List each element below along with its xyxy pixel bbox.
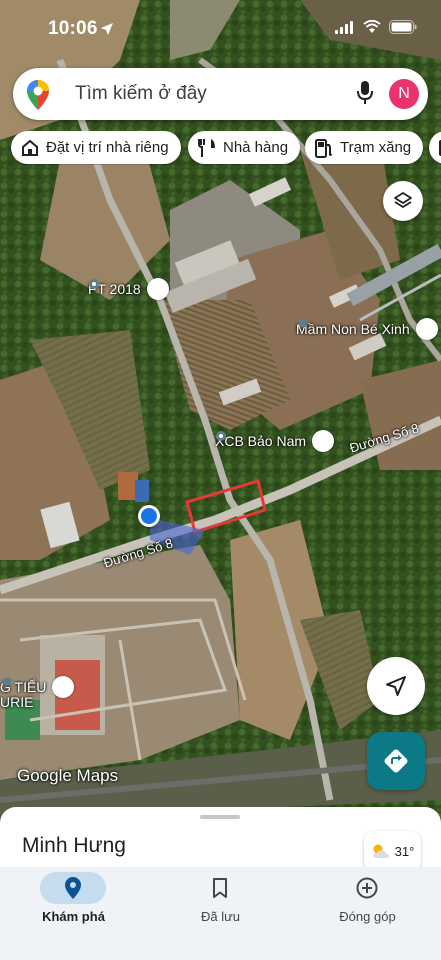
location-pin-icon (216, 430, 335, 452)
nav-label: Đóng góp (339, 909, 396, 924)
google-maps-pin-icon (27, 80, 49, 110)
gas-station-icon (315, 138, 333, 158)
poi-school-left-line2: URIE (0, 694, 33, 710)
nav-contribute-pill (334, 872, 400, 904)
nav-explore-pill (40, 872, 106, 904)
chip-more[interactable] (429, 131, 441, 164)
chip-label: Nhà hàng (223, 139, 289, 156)
nav-label: Khám phá (42, 909, 105, 924)
chip-label: Đặt vị trí nhà riêng (46, 139, 169, 156)
poi-label: URIE (0, 694, 34, 710)
poi-label: Mầm Non Bé Xinh (296, 321, 410, 337)
temperature: 31° (394, 843, 415, 859)
wifi-icon (363, 20, 381, 33)
account-avatar[interactable]: N (389, 79, 419, 109)
sheet-grabber[interactable] (200, 815, 240, 819)
status-time: 10:06 (48, 18, 98, 39)
directions-button[interactable] (367, 732, 425, 790)
battery-icon (389, 20, 417, 34)
partly-cloudy-icon (373, 844, 389, 858)
google-maps-watermark: Google Maps (17, 766, 119, 785)
chip-gas-stations[interactable]: Trạm xăng (305, 131, 424, 164)
poi-mam-non-be-xinh[interactable]: Mầm Non Bé Xinh (296, 318, 438, 340)
poi-label: XCB Bảo Nam (215, 433, 307, 449)
cellular-signal-icon (335, 20, 353, 34)
nav-contribute[interactable]: Đóng góp (294, 867, 441, 960)
current-location-dot (138, 505, 160, 527)
poi-pt-2018[interactable]: PT 2018 (88, 278, 169, 300)
nav-saved[interactable]: Đã lưu (147, 867, 294, 960)
school-icon (1, 676, 75, 698)
layers-button[interactable] (383, 181, 423, 221)
chip-set-home[interactable]: Đặt vị trí nhà riêng (11, 131, 181, 164)
navigation-arrow-icon (386, 676, 406, 696)
microphone-icon[interactable] (357, 81, 373, 105)
my-location-button[interactable] (367, 657, 425, 715)
status-bar: 10:06 (0, 0, 441, 58)
add-circle-icon (356, 877, 378, 899)
search-bar[interactable]: Tìm kiếm ở đây N (13, 68, 428, 120)
status-icons (335, 20, 417, 34)
explore-pin-icon (65, 877, 81, 899)
chip-restaurants[interactable]: Nhà hàng (188, 131, 301, 164)
location-arrow-icon (101, 23, 113, 35)
bookmark-icon (213, 878, 227, 898)
search-input[interactable]: Tìm kiếm ở đây (75, 83, 207, 105)
location-pin-icon (89, 278, 169, 300)
restaurant-icon (198, 138, 215, 157)
poi-xcb-bao-nam[interactable]: XCB Bảo Nam (215, 430, 335, 452)
home-icon (22, 139, 38, 156)
layers-icon (394, 192, 412, 208)
directions-icon (384, 749, 408, 773)
nav-label: Đã lưu (200, 909, 241, 924)
place-name: Minh Hưng (22, 834, 126, 857)
nav-saved-pill (187, 872, 253, 904)
school-icon (297, 318, 438, 340)
bottom-navigation: Khám phá Đã lưu Đóng góp (0, 867, 441, 960)
nav-explore[interactable]: Khám phá (0, 867, 147, 960)
chip-label: Trạm xăng (340, 139, 412, 156)
category-chips: Đặt vị trí nhà riêng Nhà hàng Trạm xăng (11, 131, 441, 165)
weather-chip[interactable]: 31° (364, 831, 421, 871)
